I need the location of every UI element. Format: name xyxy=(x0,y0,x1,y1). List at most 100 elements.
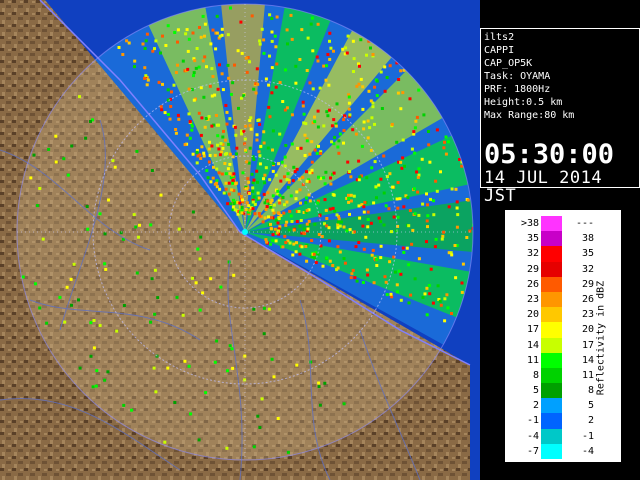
echo-speckle xyxy=(143,47,147,50)
legend-swatch xyxy=(541,246,562,262)
echo-speckle xyxy=(328,57,332,61)
echo-speckle xyxy=(227,76,231,80)
legend-lower-value: 32 xyxy=(526,248,539,260)
echo-speckle xyxy=(218,153,222,157)
echo-speckle xyxy=(252,195,256,199)
echo-speckle xyxy=(174,131,178,135)
echo-speckle xyxy=(221,135,225,139)
echo-speckle xyxy=(153,268,157,272)
echo-speckle xyxy=(305,196,309,200)
echo-speckle xyxy=(365,53,368,57)
echo-speckle xyxy=(375,257,379,261)
echo-speckle xyxy=(328,108,331,112)
echo-speckle xyxy=(407,224,411,228)
echo-speckle xyxy=(361,281,365,284)
echo-speckle xyxy=(202,154,206,158)
echo-speckle xyxy=(183,143,187,147)
echo-speckle xyxy=(133,65,136,69)
echo-speckle xyxy=(245,160,249,164)
echo-speckle xyxy=(270,66,274,70)
echo-speckle xyxy=(202,151,206,155)
echo-speckle xyxy=(347,197,351,200)
echo-speckle xyxy=(181,313,185,317)
echo-speckle xyxy=(342,402,346,406)
echo-speckle xyxy=(351,39,355,43)
echo-speckle xyxy=(344,46,348,50)
echo-speckle xyxy=(313,120,317,124)
echo-speckle xyxy=(244,124,248,128)
echo-speckle xyxy=(443,140,446,144)
echo-speckle xyxy=(349,276,353,280)
echo-speckle xyxy=(317,144,320,148)
echo-speckle xyxy=(233,63,236,67)
legend-row: -7 -4 xyxy=(505,443,621,459)
echo-speckle xyxy=(248,208,252,212)
echo-speckle xyxy=(399,272,403,276)
echo-speckle xyxy=(256,191,260,195)
echo-speckle xyxy=(425,192,428,196)
echo-speckle xyxy=(270,357,274,361)
echo-speckle xyxy=(196,247,200,251)
echo-speckle xyxy=(416,175,420,179)
echo-speckle xyxy=(455,200,459,204)
echo-speckle xyxy=(349,193,353,197)
echo-speckle xyxy=(306,36,310,40)
legend-row: 29 32 xyxy=(505,261,621,277)
echo-speckle xyxy=(204,117,208,120)
echo-speckle xyxy=(341,47,345,51)
echo-speckle xyxy=(213,360,217,364)
echo-speckle xyxy=(369,99,373,103)
echo-speckle xyxy=(420,157,424,161)
echo-speckle xyxy=(218,187,222,191)
echo-speckle xyxy=(274,85,278,89)
echo-speckle xyxy=(232,198,235,202)
echo-speckle xyxy=(290,142,294,146)
echo-speckle xyxy=(359,77,363,81)
echo-speckle xyxy=(348,113,352,117)
echo-speckle xyxy=(311,87,315,91)
echo-speckle xyxy=(210,124,214,128)
echo-speckle xyxy=(183,359,187,363)
echo-speckle xyxy=(174,128,178,131)
echo-speckle xyxy=(223,162,227,165)
echo-speckle xyxy=(336,245,340,249)
echo-speckle xyxy=(355,84,359,88)
echo-speckle xyxy=(276,417,280,420)
echo-speckle xyxy=(396,91,400,95)
echo-speckle xyxy=(413,151,417,155)
echo-speckle xyxy=(271,238,275,242)
echo-speckle xyxy=(215,339,219,343)
echo-speckle xyxy=(199,235,203,239)
echo-speckle xyxy=(216,134,220,138)
echo-speckle xyxy=(241,198,244,202)
echo-speckle xyxy=(203,55,207,59)
echo-speckle xyxy=(200,145,204,149)
product-code-text: CAP_OP5K xyxy=(484,58,533,69)
echo-speckle xyxy=(305,222,309,226)
echo-speckle xyxy=(89,120,92,123)
legend-swatch xyxy=(541,428,562,444)
echo-speckle xyxy=(286,42,289,46)
echo-speckle xyxy=(187,364,191,368)
echo-speckle xyxy=(176,113,180,117)
echo-speckle xyxy=(326,114,330,118)
echo-speckle xyxy=(203,22,207,26)
echo-speckle xyxy=(343,261,347,265)
echo-speckle xyxy=(375,94,379,98)
echo-speckle xyxy=(235,146,239,150)
echo-speckle xyxy=(385,293,389,297)
echo-speckle xyxy=(310,160,314,164)
legend-row: >38 --- xyxy=(505,216,621,232)
echo-speckle xyxy=(89,321,93,325)
echo-speckle xyxy=(333,135,337,139)
echo-speckle xyxy=(54,160,58,164)
echo-speckle xyxy=(161,34,164,38)
echo-speckle xyxy=(284,223,288,227)
echo-speckle xyxy=(311,49,315,53)
echo-speckle xyxy=(336,145,340,149)
echo-speckle xyxy=(443,319,447,323)
echo-speckle xyxy=(294,250,298,254)
echo-speckle xyxy=(393,270,397,274)
echo-speckle xyxy=(268,178,272,182)
echo-speckle xyxy=(407,301,411,305)
